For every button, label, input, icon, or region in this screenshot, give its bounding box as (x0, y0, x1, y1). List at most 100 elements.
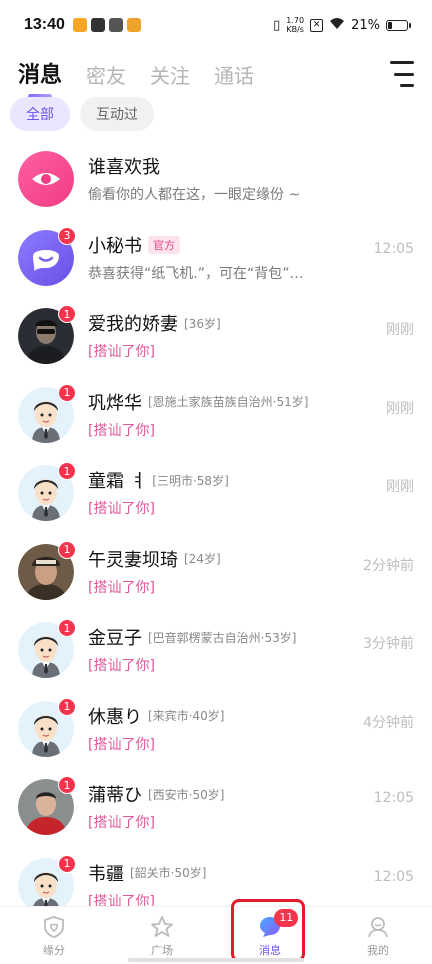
tab-close-friends[interactable]: 密友 (86, 60, 126, 95)
status-time: 13:40 (24, 16, 65, 33)
conversation-header: 谁喜欢我 (88, 154, 414, 178)
message-time: 12:05 (373, 790, 414, 806)
notification-icons (72, 18, 141, 32)
conversation-row[interactable]: 1 金豆子 [巴音郭楞蒙古自治州·53岁] [搭讪了你] 3分钟前 (0, 611, 432, 690)
contact-name: 金豆子 (88, 628, 142, 650)
conversation-row[interactable]: 1 蒲蒂ひ [西安市·50岁] [搭讪了你] 12:05 (0, 768, 432, 847)
message-time: 2分钟前 (363, 557, 414, 574)
message-preview: [搭讪了你] (88, 579, 155, 596)
conversation-header: 爱我的娇妻 [36岁] (88, 311, 414, 335)
message-preview: 偷看你的人都在这，一眼定缘份 ~ (88, 187, 301, 204)
tab-messages[interactable]: 消息 (18, 57, 62, 99)
unread-badge: 1 (58, 383, 76, 402)
message-time: 12:05 (373, 240, 414, 257)
avatar[interactable]: 1 (18, 540, 76, 600)
message-time: 刚刚 (386, 400, 414, 417)
menu-icon[interactable] (386, 61, 414, 87)
message-preview: [搭讪了你] (88, 736, 155, 753)
battery-percent: 21% (351, 17, 380, 33)
message-list[interactable]: 谁喜欢我偷看你的人都在这，一眼定缘份 ~ 3 小秘书 官方恭喜获得“纸飞机.”，可在“… (0, 140, 432, 906)
heart-shield-icon (44, 915, 64, 938)
app-notification-icon (72, 18, 87, 32)
contact-meta: [恩施土家族苗族自治州·51岁] (148, 395, 309, 410)
avatar[interactable]: 1 (18, 854, 76, 906)
status-bar: 13:40 ▯ 1.70 KB/s ✕ 21% (0, 0, 432, 50)
filter-interacted[interactable]: 互动过 (80, 97, 154, 131)
nav-mine[interactable]: 我的 (324, 907, 432, 964)
conversation-header: 韦疆 [韶关市·50岁] (88, 861, 414, 885)
contact-name: 童霜 ㅕ (88, 471, 147, 493)
contact-meta: [西安市·50岁] (148, 787, 225, 802)
nav-messages[interactable]: 11 消息 (216, 907, 324, 964)
contact-name: 午灵妻坝琦 (88, 549, 178, 571)
battery-icon (386, 19, 411, 31)
official-tag: 官方 (148, 235, 180, 254)
conversation-header: 巩烨华 [恩施土家族苗族自治州·51岁] (88, 390, 414, 414)
message-time: 4分钟前 (363, 714, 414, 731)
avatar[interactable]: 1 (18, 776, 76, 836)
nav-square[interactable]: 广场 (108, 907, 216, 964)
avatar[interactable]: 1 (18, 462, 76, 522)
unread-badge: 1 (58, 462, 76, 481)
message-preview: [搭讪了你] (88, 344, 155, 361)
conversation-header: 蒲蒂ひ [西安市·50岁] (88, 782, 414, 806)
avatar[interactable]: 1 (18, 697, 76, 757)
contact-name: 巩烨华 (88, 392, 142, 414)
filter-all[interactable]: 全部 (10, 97, 70, 131)
assistant-icon[interactable]: 3 (18, 226, 76, 286)
conversation-row[interactable]: 1 午灵妻坝琦 [24岁] [搭讪了你] 2分钟前 (0, 533, 432, 612)
nav-fate[interactable]: 缘分 (0, 907, 108, 964)
conversation-row[interactable]: 1 童霜 ㅕ [三明市·58岁] [搭讪了你] 刚刚 (0, 454, 432, 533)
wifi-icon (329, 17, 345, 34)
status-right: ▯ 1.70 KB/s ✕ 21% (273, 16, 411, 34)
avatar[interactable]: 1 (18, 305, 76, 365)
eye-icon[interactable] (18, 151, 74, 208)
unread-badge: 1 (58, 619, 76, 638)
message-time: 3分钟前 (363, 636, 414, 652)
unread-badge: 1 (58, 776, 76, 795)
unread-badge: 1 (58, 854, 76, 873)
star-icon (151, 915, 173, 937)
contact-name: 小秘书 (88, 235, 142, 257)
conversation-row[interactable]: 1 爱我的娇妻 [36岁] [搭讪了你] 刚刚 (0, 297, 432, 376)
vibrate-icon: ▯ (273, 17, 281, 33)
message-preview: [搭讪了你] (88, 501, 155, 518)
contact-name: 谁喜欢我 (88, 157, 160, 179)
nav-square-label: 广场 (151, 943, 173, 957)
conversation-row[interactable]: 1 巩烨华 [恩施土家族苗族自治州·51岁] [搭讪了你] 刚刚 (0, 376, 432, 455)
message-preview: [搭讪了你] (88, 815, 155, 832)
contact-name: 休惠り (88, 706, 142, 728)
conversation-row[interactable]: 1 韦疆 [韶关市·50岁] [搭讪了你] 12:05 (0, 847, 432, 906)
contact-meta: [三明市·58岁] (152, 473, 229, 488)
nav-messages-badge: 11 (274, 909, 299, 927)
message-time: 12:05 (373, 868, 414, 885)
home-indicator (128, 958, 304, 962)
conversation-row[interactable]: 1 休惠り [来宾市·40岁] [搭讪了你] 4分钟前 (0, 690, 432, 769)
contact-meta: [韶关市·50岁] (130, 866, 207, 881)
avatar[interactable]: 1 (18, 619, 76, 679)
nav-mine-label: 我的 (367, 943, 389, 957)
bottom-nav: 缘分 广场 11 消息 我的 (0, 906, 432, 964)
speed-value: 1.70 (286, 16, 305, 25)
conversation-content: 爱我的娇妻 [36岁] [搭讪了你] (88, 311, 414, 361)
conversation-row[interactable]: 3 小秘书 官方恭喜获得“纸飞机.”，可在“背包”… 12:05 (0, 219, 432, 298)
contact-meta: [24岁] (184, 552, 221, 567)
unread-badge: 3 (58, 226, 76, 245)
message-preview: 恭喜获得“纸飞机.”，可在“背包”… (88, 265, 304, 282)
nav-fate-label: 缘分 (43, 943, 65, 957)
app-notification-icon (90, 18, 105, 32)
contact-name: 蒲蒂ひ (88, 785, 142, 807)
contact-name: 韦疆 (88, 863, 124, 885)
conversation-row[interactable]: 谁喜欢我偷看你的人都在这，一眼定缘份 ~ (0, 140, 432, 219)
avatar[interactable]: 1 (18, 383, 76, 443)
network-speed: 1.70 KB/s (286, 16, 304, 34)
contact-name: 爱我的娇妻 (88, 314, 178, 336)
contact-meta: [来宾市·40岁] (148, 709, 225, 724)
app-notification-icon (108, 18, 123, 32)
weibo-icon (126, 18, 141, 32)
speed-unit: KB/s (286, 25, 304, 34)
contact-meta: [36岁] (184, 316, 221, 331)
tab-following[interactable]: 关注 (150, 60, 190, 95)
message-preview: [搭讪了你] (88, 893, 155, 906)
tab-calls[interactable]: 通话 (214, 60, 254, 95)
